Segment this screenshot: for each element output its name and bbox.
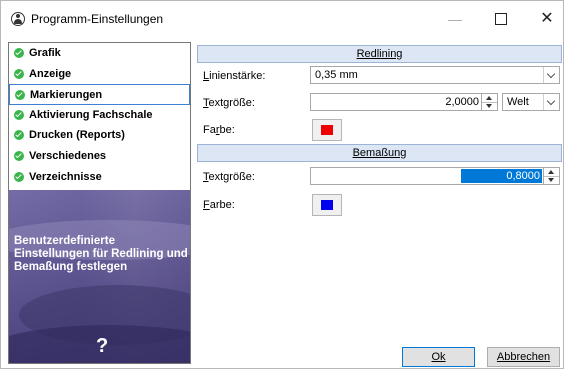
textgroesse-row: Textgröße: 2,0000 Welt <box>197 90 562 117</box>
spin-down-icon[interactable] <box>544 176 559 184</box>
label-accesskey: F <box>203 199 210 211</box>
landscape-image: Benutzerdefinierte Einstellungen für Red… <box>9 190 190 363</box>
nav-item-label: Drucken (Reports) <box>29 129 125 142</box>
input-value: 2,0000 <box>445 96 479 108</box>
nav-item-aktivierung-fachschale[interactable]: Aktivierung Fachschale <box>9 105 190 126</box>
nav-item-markierungen[interactable]: Markierungen <box>9 84 190 105</box>
spin-buttons[interactable] <box>543 168 559 184</box>
check-icon <box>14 68 24 79</box>
linienstaerke-label: Linienstärke: <box>203 70 265 82</box>
category-panel: Grafik Anzeige Markierungen Aktivierung … <box>8 42 191 364</box>
bemassung-textgroesse-input[interactable]: 0,8000 <box>310 167 560 185</box>
chevron-down-icon[interactable] <box>543 67 559 83</box>
textgroesse-input[interactable]: 2,0000 <box>310 93 498 111</box>
linienstaerke-select[interactable]: 0,35 mm <box>310 66 560 84</box>
label-text: be: <box>219 124 235 136</box>
redlining-color-button[interactable] <box>312 119 342 141</box>
bemassung-farbe-row: Farbe: <box>197 192 562 219</box>
section-header-redlining: Redlining <box>197 45 562 63</box>
minimize-button[interactable]: — <box>433 7 477 31</box>
selected-value: Welt <box>507 96 529 108</box>
settings-content: Redlining Linienstärke: 0,35 mm Textgröß… <box>197 45 562 219</box>
button-label: Abbrechen <box>496 351 551 363</box>
bemassung-textgroesse-row: Textgröße: 0,8000 <box>197 162 562 192</box>
check-icon <box>14 48 24 58</box>
category-list: Grafik Anzeige Markierungen Aktivierung … <box>9 43 190 187</box>
textgroesse-label: Textgröße: <box>203 97 255 109</box>
section-title: Redlining <box>356 48 403 60</box>
color-swatch <box>321 125 333 135</box>
selected-value: 0,35 mm <box>315 69 358 81</box>
section-title: Bemaßung <box>352 147 407 159</box>
nav-item-label: Anzeige <box>29 67 72 80</box>
nav-item-label: Grafik <box>29 47 61 59</box>
bemassung-textgroesse-label: Textgröße: <box>203 171 255 183</box>
nav-item-verschiedenes[interactable]: Verschiedenes <box>9 146 190 167</box>
bemassung-farbe-label: Farbe: <box>203 199 235 211</box>
color-swatch <box>321 200 333 210</box>
ok-button[interactable]: Ok <box>402 347 475 367</box>
farbe-row: Farbe: <box>197 117 562 144</box>
help-icon[interactable]: ? <box>96 335 108 358</box>
unit-select[interactable]: Welt <box>502 93 560 111</box>
label-text: Fa <box>203 124 216 136</box>
spin-buttons[interactable] <box>481 94 497 110</box>
nav-item-label: Verschiedenes <box>29 149 107 162</box>
chevron-down-icon[interactable] <box>543 94 559 110</box>
maximize-icon <box>495 13 507 26</box>
window-title: Programm-Einstellungen <box>31 12 164 26</box>
farbe-label: Farbe: <box>203 124 235 136</box>
check-icon <box>14 130 24 141</box>
nav-item-label: Verzeichnisse <box>29 170 102 183</box>
close-button[interactable]: ✕ <box>525 7 564 31</box>
app-user-icon <box>11 12 25 26</box>
help-description: Benutzerdefinierte Einstellungen für Red… <box>14 235 188 273</box>
cancel-button[interactable]: Abbrechen <box>487 347 560 367</box>
check-icon <box>14 109 24 120</box>
label-text: arbe: <box>209 199 235 211</box>
maximize-button[interactable] <box>479 7 523 31</box>
settings-dialog: Programm-Einstellungen — ✕ Grafik Anzeig… <box>0 0 564 369</box>
check-icon <box>15 90 25 101</box>
title-bar: Programm-Einstellungen — ✕ <box>1 1 563 37</box>
spin-down-icon[interactable] <box>482 102 497 110</box>
input-value: 0,8000 <box>461 169 542 183</box>
nav-item-drucken[interactable]: Drucken (Reports) <box>9 125 190 146</box>
linienstaerke-row: Linienstärke: 0,35 mm <box>197 63 562 90</box>
nav-item-grafik[interactable]: Grafik <box>9 43 190 64</box>
button-label: Ok <box>431 351 446 363</box>
nav-item-verzeichnisse[interactable]: Verzeichnisse <box>9 167 190 188</box>
label-text: inienstärke: <box>209 70 266 82</box>
label-text: extgröße: <box>208 171 255 183</box>
nav-item-label: Markierungen <box>30 89 103 102</box>
nav-item-anzeige[interactable]: Anzeige <box>9 64 190 85</box>
check-icon <box>14 150 24 161</box>
section-header-bemassung: Bemaßung <box>197 144 562 162</box>
check-icon <box>14 171 24 182</box>
nav-item-label: Aktivierung Fachschale <box>29 108 153 121</box>
label-text: extgröße: <box>208 97 255 109</box>
bemassung-color-button[interactable] <box>312 194 342 216</box>
